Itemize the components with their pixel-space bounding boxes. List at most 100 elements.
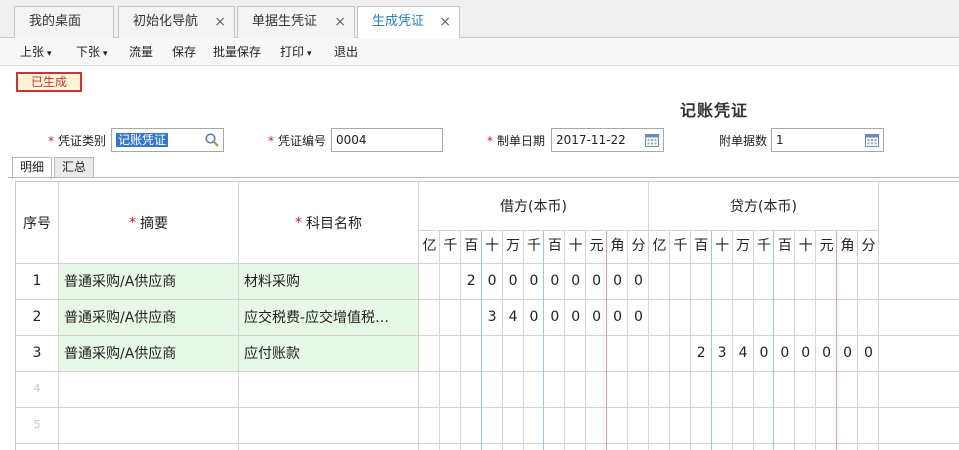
attachments-value: 1	[776, 133, 784, 147]
flow-button[interactable]: 流量	[129, 38, 153, 66]
voucher-no-value: 0004	[336, 133, 367, 147]
unit-label: 万	[736, 238, 751, 254]
row-number: 4	[33, 382, 41, 395]
debit-digit: 0	[487, 273, 497, 289]
batch-save-button[interactable]: 批量保存	[213, 38, 261, 66]
digit-divider	[857, 231, 858, 450]
tab-bar: 我的桌面 初始化导航 × 单据生凭证 × 生成凭证 ×	[0, 0, 959, 39]
credit-digit: 0	[822, 345, 832, 361]
unit-label: 十	[485, 238, 500, 254]
voucher-no-label-text: 凭证编号	[278, 134, 327, 148]
grid-line	[878, 182, 879, 450]
summary-cell[interactable]: 普通采购/A供应商	[59, 299, 238, 335]
tab-init-navigation[interactable]: 初始化导航 ×	[118, 6, 235, 38]
exit-button[interactable]: 退出	[334, 38, 358, 66]
calendar-icon[interactable]	[644, 132, 660, 148]
unit-label: 十	[798, 238, 813, 254]
credit-digit: 0	[843, 345, 852, 361]
search-icon[interactable]	[204, 132, 220, 148]
account-cell[interactable]	[239, 371, 418, 407]
digit-divider	[753, 231, 754, 450]
unit-label: 千	[526, 238, 541, 254]
digit-divider	[627, 231, 628, 450]
digit-divider	[690, 231, 691, 450]
unit-label: 角	[840, 238, 855, 254]
grid-line	[238, 182, 239, 450]
unit-label: 百	[777, 238, 792, 254]
credit-digit: 3	[717, 345, 727, 361]
close-icon[interactable]: ×	[214, 7, 226, 37]
grid-line	[418, 182, 419, 450]
voucher-type-value: 记账凭证	[116, 133, 169, 147]
chevron-down-icon: ▾	[307, 49, 312, 59]
unit-label: 万	[506, 238, 521, 254]
next-label: 下张	[76, 45, 101, 59]
account-cell[interactable]: 材料采购	[239, 263, 418, 299]
unit-label: 分	[861, 238, 876, 254]
tab-divider	[8, 177, 959, 178]
unit-label: 分	[631, 238, 646, 254]
prev-label: 上张	[20, 45, 45, 59]
digit-divider	[543, 231, 544, 450]
attachments-input[interactable]: 1	[771, 128, 884, 152]
close-icon[interactable]: ×	[334, 7, 346, 37]
grid-line	[16, 443, 959, 444]
tab-my-desktop[interactable]: 我的桌面	[14, 6, 114, 38]
date-label-text: 制单日期	[497, 134, 546, 148]
page-title: 记账凭证	[680, 101, 749, 120]
summary-cell[interactable]	[59, 407, 238, 443]
header-debit: 借方(本币)	[419, 182, 648, 230]
date-input[interactable]: 2017-11-22	[551, 128, 664, 152]
chevron-down-icon: ▾	[103, 49, 108, 59]
digit-divider	[606, 231, 607, 450]
date-value: 2017-11-22	[556, 133, 626, 147]
grid-line	[16, 263, 959, 264]
tab-summary[interactable]: 汇总	[54, 157, 94, 178]
unit-label: 千	[673, 238, 688, 254]
attachments-label: 附单据数	[719, 134, 768, 148]
tab-label: 生成凭证	[372, 14, 425, 29]
summary-cell[interactable]: 普通采购/A供应商	[59, 263, 238, 299]
unit-label: 角	[610, 238, 625, 254]
debit-digit: 0	[550, 273, 560, 289]
unit-label: 亿	[422, 238, 437, 254]
prev-button[interactable]: 上张 ▾	[20, 38, 52, 68]
credit-digit: 2	[696, 345, 706, 361]
required-mark: *	[268, 134, 274, 148]
summary-cell[interactable]: 普通采购/A供应商	[59, 335, 238, 371]
voucher-no-input[interactable]: 0004	[331, 128, 443, 152]
digit-divider	[732, 231, 733, 450]
save-button[interactable]: 保存	[172, 38, 196, 66]
unit-label: 千	[756, 238, 771, 254]
tab-doc-to-voucher[interactable]: 单据生凭证 ×	[237, 6, 355, 38]
calendar-icon[interactable]	[864, 132, 880, 148]
voucher-type-input[interactable]: 记账凭证	[111, 128, 224, 152]
debit-digit: 0	[633, 273, 643, 289]
row-number: 2	[32, 309, 42, 325]
print-button[interactable]: 打印 ▾	[280, 38, 312, 68]
tab-generate-voucher[interactable]: 生成凭证 ×	[357, 6, 460, 39]
account-cell[interactable]	[239, 407, 418, 443]
summary-cell[interactable]	[59, 371, 238, 407]
grid-line	[16, 299, 959, 300]
unit-label: 元	[589, 238, 604, 254]
debit-digit: 0	[571, 273, 581, 289]
next-button[interactable]: 下张 ▾	[76, 38, 108, 68]
required-mark: *	[129, 214, 136, 231]
digit-divider	[523, 231, 524, 450]
grid-line	[419, 230, 879, 231]
digit-divider	[585, 231, 586, 450]
close-icon[interactable]: ×	[439, 7, 451, 37]
tab-label: 单据生凭证	[252, 14, 318, 29]
debit-digit: 0	[529, 309, 539, 325]
account-cell[interactable]: 应交税费-应交增值税…	[239, 299, 418, 335]
unit-label: 十	[568, 238, 583, 254]
required-mark: *	[295, 214, 302, 231]
tab-detail[interactable]: 明细	[12, 157, 52, 179]
credit-digit: 0	[759, 345, 769, 361]
account-cell[interactable]: 应付账款	[239, 335, 418, 371]
header-account: * 科目名称	[239, 182, 418, 263]
debit-digit: 0	[508, 273, 518, 289]
digit-divider	[502, 231, 503, 450]
debit-digit: 2	[466, 273, 476, 289]
